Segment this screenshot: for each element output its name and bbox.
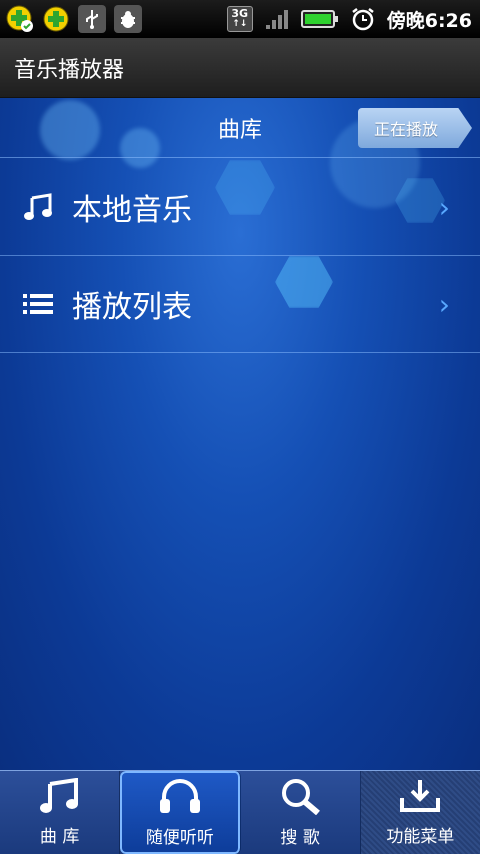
network-type-label: 3G (231, 7, 249, 20)
app-title-bar: 音乐播放器 (0, 38, 480, 98)
tab-label: 功能菜单 (386, 827, 455, 847)
app-title: 音乐播放器 (14, 57, 125, 83)
library-panel: 曲库 正在播放 本地音乐 › 播放列表 › (0, 98, 480, 770)
chevron-right-icon: › (438, 190, 450, 224)
debug-bug-icon (114, 5, 142, 33)
music-note-icon (38, 777, 82, 818)
list-item-label: 本地音乐 (72, 193, 192, 228)
list-item-label: 播放列表 (72, 290, 192, 325)
status-bar: 3G ↑↓ 傍晚6:26 (0, 0, 480, 38)
bottom-tab-bar: 曲 库 随便听听 搜 歌 功能菜单 (0, 770, 480, 854)
now-playing-button[interactable]: 正在播放 (358, 108, 472, 148)
chevron-right-icon: › (438, 287, 450, 321)
tab-search[interactable]: 搜 歌 (241, 771, 361, 854)
tab-label: 曲 库 (39, 827, 80, 847)
3g-icon: 3G ↑↓ (226, 6, 253, 32)
list-item-playlists[interactable]: 播放列表 › (0, 256, 480, 353)
download-tray-icon (398, 778, 442, 818)
status-time: 傍晚6:26 (386, 9, 472, 32)
library-title: 曲库 (217, 117, 262, 143)
tab-label: 随便听听 (145, 828, 214, 848)
tab-shuffle-listen[interactable]: 随便听听 (120, 771, 241, 854)
signal-icon (263, 5, 291, 33)
alarm-clock-icon (349, 5, 377, 33)
tab-library[interactable]: 曲 库 (0, 771, 121, 854)
usb-icon (78, 5, 106, 33)
tab-label: 搜 歌 (280, 828, 320, 848)
search-icon (278, 777, 322, 819)
app-plus-check-icon (6, 5, 34, 33)
battery-icon (300, 5, 339, 33)
list-icon (20, 292, 56, 316)
list-item-local-music[interactable]: 本地音乐 › (0, 159, 480, 256)
tab-function-menu[interactable]: 功能菜单 (360, 771, 480, 854)
app-plus-icon (42, 5, 70, 33)
music-note-icon (20, 193, 56, 221)
headphones-icon (158, 777, 202, 819)
